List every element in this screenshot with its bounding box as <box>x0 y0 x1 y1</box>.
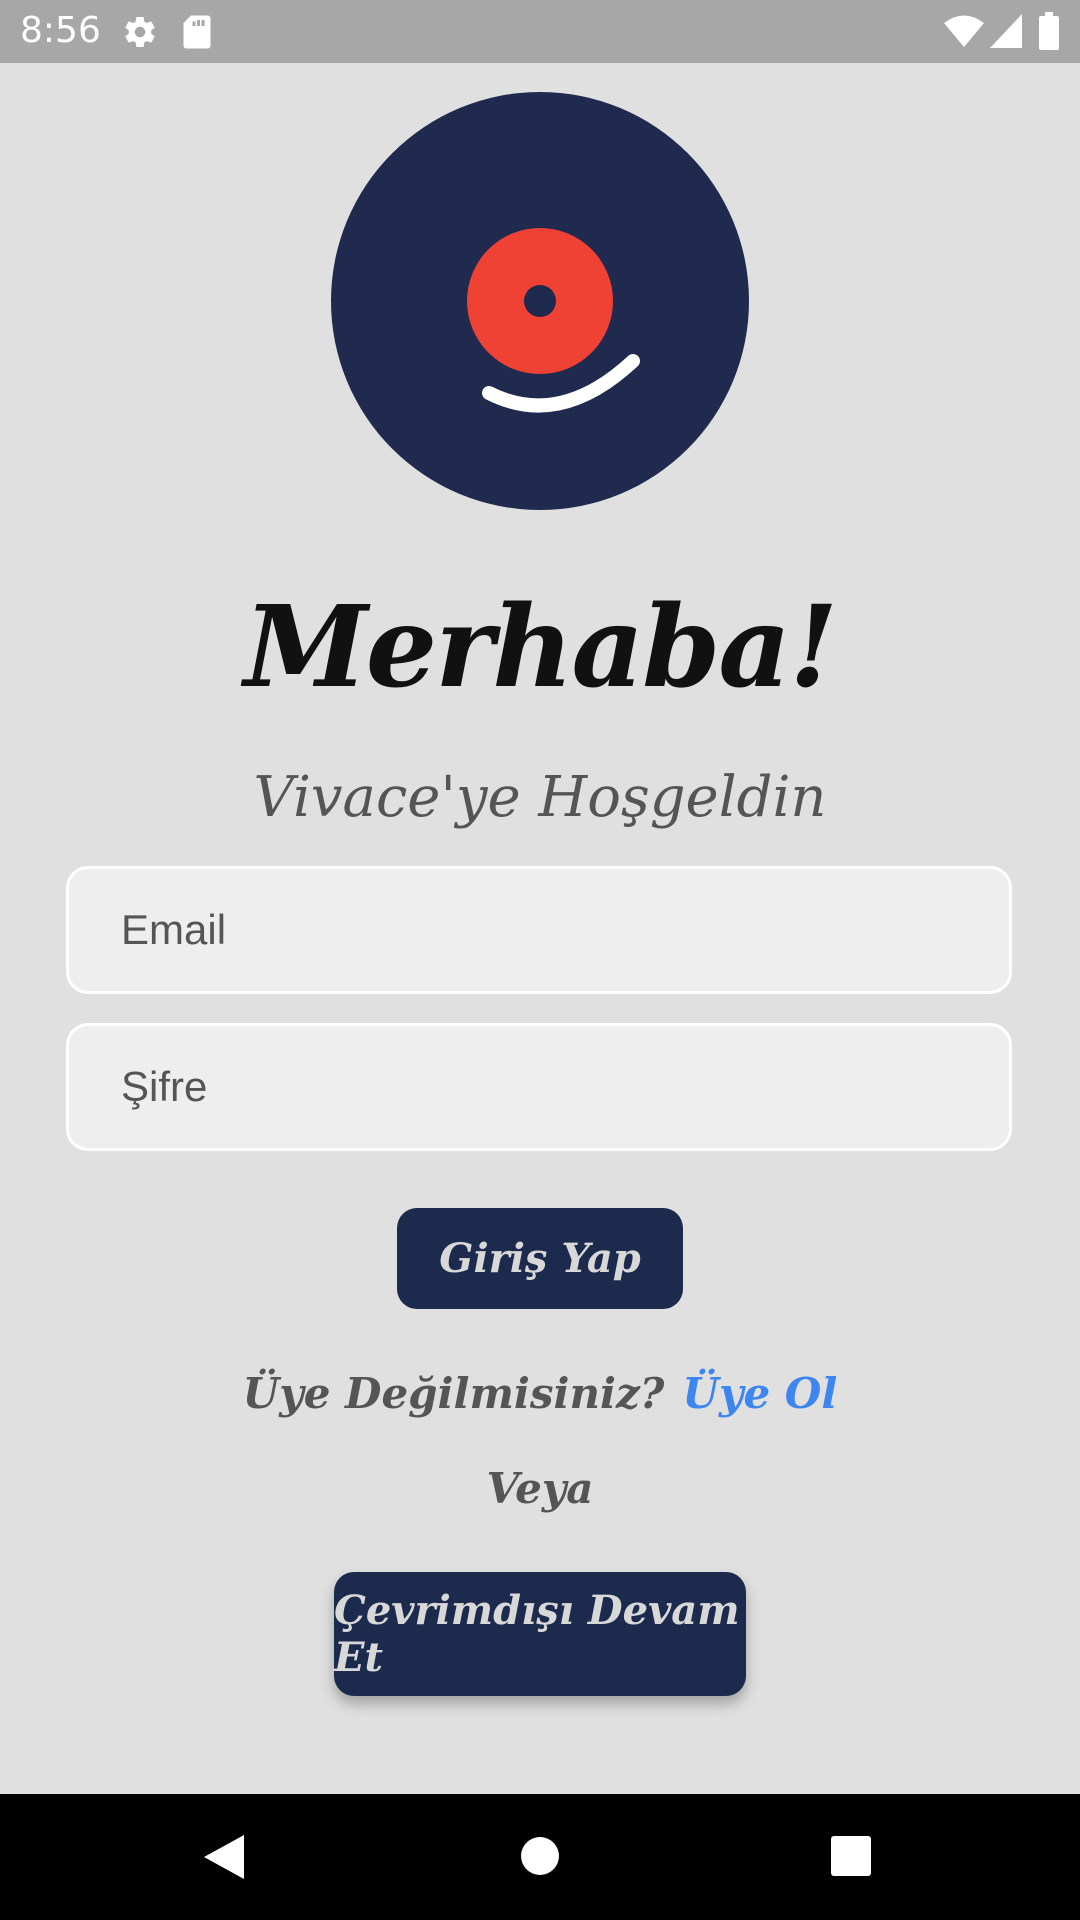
register-row: Üye Değilmisiniz? Üye Ol <box>0 1366 1080 1422</box>
email-input[interactable] <box>69 869 1009 991</box>
or-divider-text: Veya <box>486 1464 594 1513</box>
gear-icon <box>122 14 158 50</box>
wifi-icon <box>944 14 984 48</box>
back-icon[interactable] <box>204 1835 244 1879</box>
battery-icon <box>1038 12 1060 50</box>
signal-icon <box>990 14 1022 48</box>
home-icon[interactable] <box>520 1836 560 1876</box>
recents-icon[interactable] <box>831 1836 871 1876</box>
status-time: 8:56 <box>20 10 101 51</box>
email-field[interactable] <box>66 866 1012 994</box>
login-screen: Merhaba! Vivace'ye Hoşgeldin Giriş Yap Ü… <box>0 63 1080 1794</box>
navigation-bar <box>0 1794 1080 1920</box>
status-bar: 8:56 <box>0 0 1080 63</box>
vinyl-record-logo <box>330 91 750 511</box>
sd-card-icon <box>182 14 212 50</box>
welcome-subtitle: Vivace'ye Hoşgeldin <box>253 765 827 830</box>
login-button[interactable]: Giriş Yap <box>397 1208 683 1309</box>
password-field[interactable] <box>66 1023 1012 1151</box>
welcome-title: Merhaba! <box>243 582 838 713</box>
register-question: Üye Değilmisiniz? <box>242 1369 665 1418</box>
register-link[interactable]: Üye Ol <box>682 1369 837 1418</box>
continue-offline-button[interactable]: Çevrimdışı Devam Et <box>334 1572 746 1696</box>
password-input[interactable] <box>69 1026 1009 1148</box>
